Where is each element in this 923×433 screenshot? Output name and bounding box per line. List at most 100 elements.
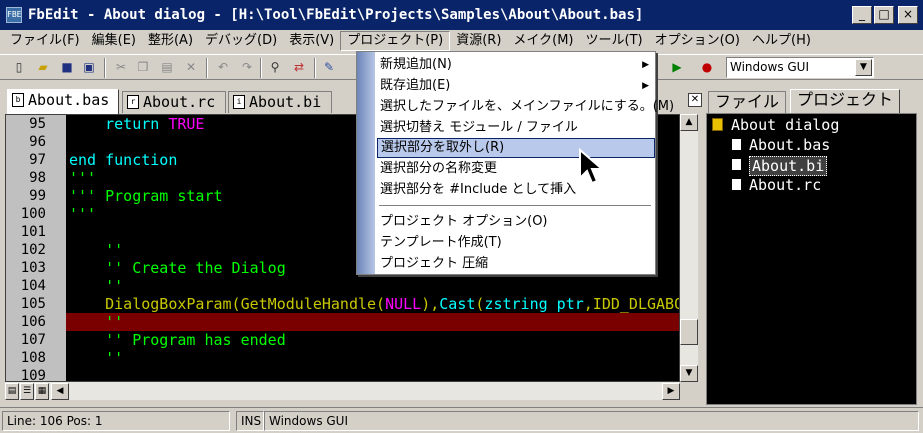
menu-help[interactable]: ヘルプ(H) (746, 31, 817, 51)
menu-tools[interactable]: ツール(T) (580, 31, 649, 51)
code-line[interactable]: '' Create the Dialog (69, 259, 286, 277)
code-line[interactable]: ''' (69, 205, 96, 223)
tree-item-about-rc[interactable]: About.rc (749, 176, 821, 194)
line-number: 101 (20, 224, 46, 240)
menu-project[interactable]: プロジェクト(P) (340, 31, 451, 51)
tab-label: About.bi (249, 93, 322, 111)
code-line[interactable]: end function (69, 151, 177, 169)
menu-debug[interactable]: デバッグ(D) (199, 31, 283, 51)
line-number: 107 (20, 332, 46, 348)
menu-resource[interactable]: 資源(R) (450, 31, 507, 51)
scroll-up-icon[interactable]: ▲ (680, 114, 698, 131)
tab-project[interactable]: プロジェクト (790, 89, 901, 114)
view-mode-icon[interactable]: ▦ (35, 383, 49, 400)
code-line[interactable]: return TRUE (69, 115, 204, 133)
menu-make[interactable]: メイク(M) (507, 31, 579, 51)
chevron-down-icon[interactable]: ▼ (855, 59, 872, 76)
view-mode-icon[interactable]: ▤ (5, 383, 19, 400)
menu-options[interactable]: オプション(O) (649, 31, 746, 51)
run-icon[interactable]: ▶ (668, 58, 686, 76)
format-icon[interactable]: ✎ (320, 58, 338, 76)
line-number: 109 (20, 368, 46, 382)
code-line[interactable]: ''' Program start (69, 187, 223, 205)
code-token: '' (69, 241, 124, 259)
save-all-icon[interactable]: ▣ (80, 58, 98, 76)
menu-edit[interactable]: 編集(E) (86, 31, 142, 51)
toolbar-separator (260, 58, 262, 78)
minimize-button[interactable]: _ (852, 6, 872, 24)
scroll-down-icon[interactable]: ▼ (680, 365, 698, 382)
menu-item-add-new[interactable]: 新規追加(N) ▶ (377, 55, 655, 75)
scroll-left-icon[interactable]: ◀ (51, 383, 69, 400)
close-button[interactable]: × (898, 6, 918, 24)
menu-format[interactable]: 整形(A) (142, 31, 199, 51)
delete-icon[interactable]: ✕ (182, 58, 200, 76)
menu-item-compress[interactable]: プロジェクト 圧縮 (377, 254, 655, 274)
copy-icon[interactable]: ❐ (134, 58, 152, 76)
paste-icon[interactable]: ▤ (158, 58, 176, 76)
menu-item-project-options[interactable]: プロジェクト オプション(O) (377, 212, 655, 232)
menu-item-toggle-module[interactable]: 選択切替え モジュール / ファイル (377, 118, 655, 138)
view-mode-icon[interactable]: ☰ (20, 383, 34, 400)
scroll-right-icon[interactable]: ▶ (662, 383, 680, 400)
line-number-gutter: 95 96 97 98 99 100 101 102 103 104 105 106 107 108 109 (6, 115, 66, 382)
editor-horizontal-scrollbar[interactable]: ▤ ☰ ▦ ◀ ▶ (5, 382, 680, 400)
tree-root[interactable]: About dialog (731, 116, 839, 134)
code-line[interactable]: '' (69, 349, 123, 367)
color-icon[interactable]: ● (698, 58, 716, 76)
cut-icon[interactable]: ✂ (112, 58, 130, 76)
undo-icon[interactable]: ↶ (214, 58, 232, 76)
open-folder-icon[interactable]: ▰ (34, 58, 52, 76)
menu-item-set-main[interactable]: 選択したファイルを、メインファイルにする。(M) (377, 97, 674, 117)
editor-vertical-scrollbar[interactable]: ▲ ▼ (680, 114, 698, 382)
project-tree[interactable]: About dialog About.bas About.bi About.rc (706, 113, 917, 405)
menu-rail (357, 52, 375, 274)
menu-item-remove[interactable]: 選択部分を取外し(R) (377, 138, 655, 158)
tab-about-rc[interactable]: r About.rc (122, 91, 226, 113)
replace-icon[interactable]: ⇄ (290, 58, 308, 76)
code-line[interactable]: DialogBoxParam(GetModuleHandle(NULL),Cas… (69, 295, 679, 313)
code-line[interactable]: '' (69, 313, 123, 331)
tab-about-bas[interactable]: b About.bas (7, 89, 119, 114)
code-token: '' (69, 313, 124, 331)
title-bar[interactable]: FBE FbEdit - About dialog - [H:\Tool\FbE… (0, 0, 923, 30)
file-icon: i (233, 95, 245, 109)
code-line[interactable]: ''' (69, 169, 96, 187)
toolbar-separator (206, 58, 208, 78)
code-token: '' Program has ended (69, 331, 286, 349)
code-token: TRUE (168, 115, 205, 133)
code-line[interactable]: '' Program has ended (69, 331, 286, 349)
code-line[interactable]: '' (69, 241, 123, 259)
tree-item-about-bas[interactable]: About.bas (749, 136, 830, 154)
menu-view[interactable]: 表示(V) (283, 31, 340, 51)
tab-about-bi[interactable]: i About.bi (228, 91, 332, 113)
find-icon[interactable]: ⚲ (266, 58, 284, 76)
scroll-thumb[interactable] (680, 319, 698, 345)
line-number: 99 (29, 188, 46, 204)
cursor-position: Line: 106 Pos: 1 (2, 411, 230, 431)
menu-item-add-existing[interactable]: 既存追加(E) ▶ (377, 76, 655, 96)
window-title: FbEdit - About dialog - [H:\Tool\FbEdit\… (28, 7, 644, 23)
file-icon: b (12, 93, 24, 107)
menu-item-insert-include[interactable]: 選択部分を #Include として挿入 (377, 180, 655, 200)
menu-item-create-template[interactable]: テンプレート作成(T) (377, 233, 655, 253)
redo-icon[interactable]: ↷ (238, 58, 256, 76)
code-line[interactable]: '' (69, 277, 123, 295)
build-target-select[interactable]: Windows GUI ▼ (726, 57, 874, 78)
code-token: '' Create the Dialog (69, 259, 286, 277)
line-number: 96 (29, 134, 46, 150)
code-token: '' (69, 349, 124, 367)
menu-item-rename[interactable]: 選択部分の名称変更 (377, 159, 655, 179)
line-number: 100 (20, 206, 46, 222)
tab-label: About.rc (143, 93, 216, 111)
menu-file[interactable]: ファイル(F) (4, 31, 86, 51)
close-panel-icon[interactable]: ✕ (688, 93, 702, 107)
tree-item-about-bi[interactable]: About.bi (749, 156, 828, 176)
line-number: 102 (20, 242, 46, 258)
tab-file[interactable]: ファイル (708, 91, 787, 113)
file-icon (731, 138, 742, 151)
code-token: ''' (69, 169, 97, 187)
maximize-button[interactable]: □ (874, 6, 894, 24)
save-icon[interactable]: ■ (58, 58, 76, 76)
new-file-icon[interactable]: ▯ (10, 58, 28, 76)
